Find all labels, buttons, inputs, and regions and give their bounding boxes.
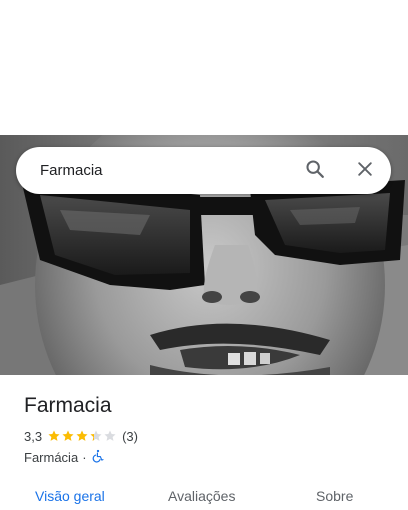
search-input[interactable] <box>40 147 290 194</box>
rating-value: 3,3 <box>24 428 43 444</box>
close-icon <box>355 159 375 184</box>
star-icon <box>62 430 74 441</box>
rating-row[interactable]: 3,3 (3) <box>24 428 138 444</box>
star-rating <box>47 429 117 443</box>
search-bar <box>16 147 391 194</box>
tab-about[interactable]: Sobre <box>316 488 353 504</box>
maps-place-panel: Farmacia 3,3 (3) Farmácia · Visão geral … <box>0 0 408 510</box>
place-tabs: Visão geral Avaliações Sobre <box>0 483 408 510</box>
review-count: (3) <box>122 428 138 444</box>
star-icon <box>48 430 60 441</box>
place-title: Farmacia <box>24 394 112 417</box>
place-category[interactable]: Farmácia <box>24 450 78 465</box>
tab-overview[interactable]: Visão geral <box>35 488 105 504</box>
category-row: Farmácia · <box>24 449 105 465</box>
search-button[interactable] <box>301 157 329 185</box>
place-info: Farmacia 3,3 (3) Farmácia · Visão geral … <box>0 375 408 510</box>
star-icon <box>76 430 88 441</box>
close-search-button[interactable] <box>351 157 379 185</box>
star-icon <box>90 430 102 441</box>
separator-dot: · <box>82 449 87 465</box>
search-icon <box>304 158 326 185</box>
wheelchair-icon <box>91 449 105 466</box>
star-icon <box>104 430 116 441</box>
tab-reviews[interactable]: Avaliações <box>168 488 235 504</box>
